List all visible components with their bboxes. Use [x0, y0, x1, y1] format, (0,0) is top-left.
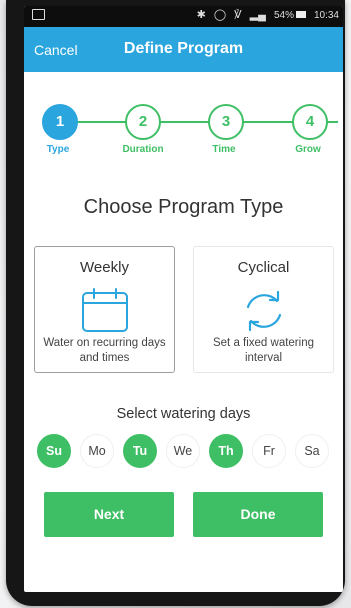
app-screen: ✱ ◯ ℣ ▂▄ 54% 10:34 Cancel Define Program…: [24, 6, 343, 592]
day-tuesday[interactable]: Tu: [123, 434, 157, 468]
battery-icon: [295, 11, 306, 18]
notification-icon: [32, 9, 45, 20]
cyclical-title: Cyclical: [237, 259, 290, 276]
day-saturday[interactable]: Sa: [295, 434, 329, 468]
phone-frame: ✱ ◯ ℣ ▂▄ 54% 10:34 Cancel Define Program…: [6, 0, 345, 606]
battery-percent: 54%: [273, 10, 294, 21]
weekly-title: Weekly: [80, 259, 129, 276]
day-monday[interactable]: Mo: [80, 434, 114, 468]
alarm-icon: ◯: [213, 9, 227, 21]
calendar-icon: [81, 288, 128, 332]
cycle-arrows-icon: [246, 290, 281, 332]
step-2-circle[interactable]: 2: [125, 104, 161, 140]
day-wednesday[interactable]: We: [166, 434, 200, 468]
status-bar: ✱ ◯ ℣ ▂▄ 54% 10:34: [24, 6, 343, 27]
step-2-label: Duration: [122, 144, 164, 155]
day-thursday[interactable]: Th: [209, 434, 243, 468]
step-1-circle[interactable]: 1: [42, 104, 78, 140]
days-heading: Select watering days: [116, 406, 251, 422]
watering-days-selector: Su Mo Tu We Th Fr Sa: [24, 434, 343, 468]
section-heading: Choose Program Type: [83, 196, 284, 218]
step-4-circle[interactable]: 4: [292, 104, 328, 140]
day-friday[interactable]: Fr: [252, 434, 286, 468]
app-header: Cancel Define Program: [24, 27, 343, 72]
cyclical-description: Set a fixed watering interval: [212, 337, 314, 364]
day-sunday[interactable]: Su: [37, 434, 71, 468]
signal-icon: ▂▄: [249, 9, 266, 21]
weekly-description: Water on recurring days and times: [43, 337, 166, 364]
step-4-label: Grow: [295, 144, 321, 155]
cyclical-program-card[interactable]: Cyclical Set a fixed watering interval: [193, 246, 334, 373]
bluetooth-icon: ✱: [196, 9, 206, 21]
step-3-label: Time: [212, 144, 236, 155]
status-icons: ✱ ◯ ℣ ▂▄ 54% 10:34: [196, 9, 339, 22]
wifi-icon: ℣: [234, 9, 242, 21]
done-button[interactable]: Done: [193, 492, 323, 537]
weekly-program-card[interactable]: Weekly Water on recurring days and times: [34, 246, 175, 373]
next-button[interactable]: Next: [44, 492, 174, 537]
status-time: 10:34: [313, 10, 339, 21]
page-title: Define Program: [123, 40, 244, 57]
progress-stepper: 1 Type 2 Duration 3 Time 4 Grow: [24, 100, 343, 160]
step-1-label: Type: [46, 144, 70, 155]
step-3-circle[interactable]: 3: [208, 104, 244, 140]
